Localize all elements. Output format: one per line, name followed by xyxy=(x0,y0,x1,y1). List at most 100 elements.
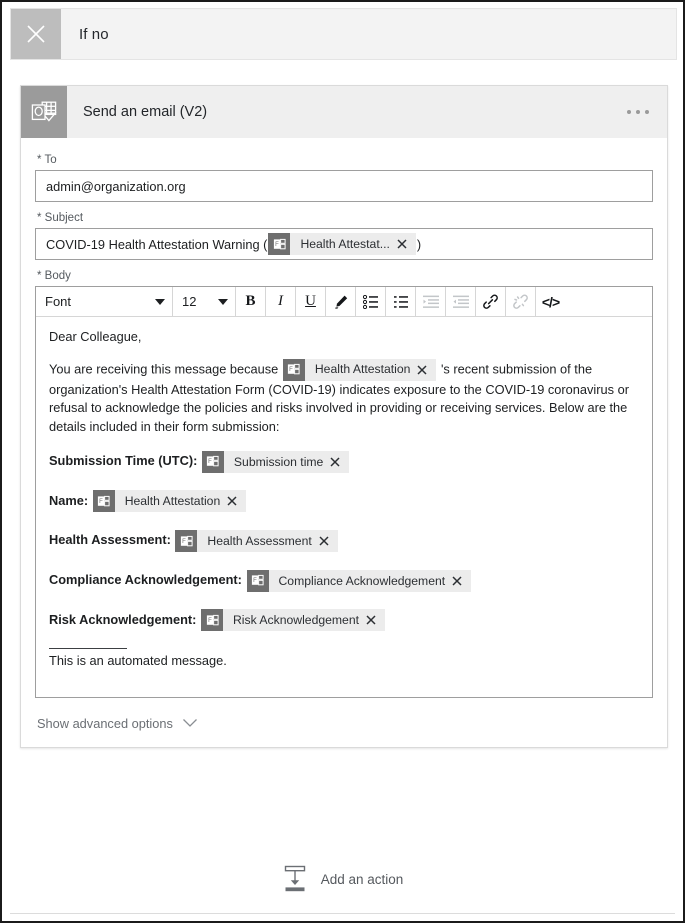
link-button[interactable] xyxy=(476,287,506,316)
numbered-list-button[interactable] xyxy=(386,287,416,316)
detail-row-label: Submission Time (UTC): xyxy=(49,453,198,469)
outdent-button[interactable] xyxy=(446,287,476,316)
token-remove-icon[interactable] xyxy=(329,451,349,473)
if-no-title: If no xyxy=(79,25,109,43)
dynamic-content-token[interactable]: F Compliance Acknowledgement xyxy=(246,569,472,592)
dynamic-content-token[interactable]: F Health Assessment xyxy=(175,530,338,553)
font-family-dropdown[interactable]: Font xyxy=(36,287,173,316)
token-remove-icon[interactable] xyxy=(226,490,246,512)
detail-row: Health Assessment: F Health Assessment xyxy=(49,529,639,553)
token-label: Health Attestation xyxy=(124,494,221,509)
font-size-dropdown[interactable]: 12 xyxy=(173,287,236,316)
chevron-down-icon xyxy=(182,719,197,728)
underline-icon: U xyxy=(305,293,316,309)
unlink-icon xyxy=(513,294,528,309)
svg-text:F: F xyxy=(208,618,212,624)
link-icon xyxy=(483,294,498,309)
token-remove-icon[interactable] xyxy=(365,609,385,631)
token-label: Risk Acknowledgement xyxy=(233,613,359,628)
send-an-email-card: Send an email (V2) * To admin@organizati… xyxy=(20,85,668,748)
detail-row-label: Health Assessment: xyxy=(49,532,171,548)
bulleted-list-button[interactable] xyxy=(356,287,386,316)
forms-icon: F xyxy=(282,358,305,381)
numbered-list-icon xyxy=(393,295,408,308)
show-advanced-options-label: Show advanced options xyxy=(37,715,173,731)
subject-text-after: ) xyxy=(416,236,422,252)
font-size-value: 12 xyxy=(182,294,197,309)
detail-row: Submission Time (UTC): F Submission time xyxy=(49,450,639,473)
svg-text:F: F xyxy=(182,539,186,545)
outdent-icon xyxy=(452,295,469,308)
rich-text-editor: Font 12 B I U </> Dear Colleague, You ar… xyxy=(35,286,653,698)
highlight-button[interactable] xyxy=(326,287,356,316)
outlook-icon xyxy=(21,86,67,138)
subject-input[interactable]: COVID-19 Health Attestation Warning ( F xyxy=(35,228,653,260)
forms-icon: F xyxy=(201,450,224,473)
to-input[interactable]: admin@organization.org xyxy=(35,170,653,202)
editor-toolbar: Font 12 B I U </> xyxy=(36,287,652,317)
ellipsis-dot xyxy=(636,110,640,114)
if-no-header: If no xyxy=(10,8,677,60)
token-label: Health Assessment xyxy=(207,533,312,548)
add-an-action-button[interactable]: Add an action xyxy=(2,864,683,894)
token-remove-icon[interactable] xyxy=(396,233,416,255)
chevron-down-icon xyxy=(218,298,228,305)
forms-icon: F xyxy=(92,490,115,513)
detail-row: Compliance Acknowledgement: F Compliance… xyxy=(49,569,639,592)
italic-button[interactable]: I xyxy=(266,287,296,316)
forms-icon: F xyxy=(246,569,269,592)
token-remove-icon[interactable] xyxy=(318,530,338,552)
card-menu-button[interactable] xyxy=(623,86,653,138)
ellipsis-dot xyxy=(645,110,649,114)
card-body: * To admin@organization.org * Subject CO… xyxy=(21,138,667,698)
indent-icon xyxy=(422,295,439,308)
close-button[interactable] xyxy=(11,9,61,59)
detail-row-label: Risk Acknowledgement: xyxy=(49,611,197,627)
svg-text:F: F xyxy=(209,460,213,466)
underline-button[interactable]: U xyxy=(296,287,326,316)
detail-row-label: Name: xyxy=(49,492,89,508)
subject-label: * Subject xyxy=(37,212,84,224)
dynamic-content-token-subject[interactable]: F Health Attestat... xyxy=(268,233,416,255)
add-an-action-label: Add an action xyxy=(320,871,404,887)
email-body-editor[interactable]: Dear Colleague, You are receiving this m… xyxy=(36,317,652,697)
bottom-divider xyxy=(10,913,675,914)
detail-row-label: Compliance Acknowledgement: xyxy=(49,572,242,588)
to-label: * To xyxy=(37,154,57,166)
chevron-down-icon xyxy=(155,298,165,305)
dynamic-content-token[interactable]: F Risk Acknowledgement xyxy=(201,609,385,632)
show-advanced-options-toggle[interactable]: Show advanced options xyxy=(21,710,667,747)
forms-icon: F xyxy=(175,530,198,553)
body-signature: This is an automated message. xyxy=(49,653,227,669)
ellipsis-dot xyxy=(627,110,631,114)
dynamic-content-token[interactable]: F Submission time xyxy=(201,450,350,473)
bold-button[interactable]: B xyxy=(236,287,266,316)
highlighter-icon xyxy=(334,295,347,309)
svg-text:F: F xyxy=(289,367,293,373)
horizontal-rule xyxy=(49,648,127,650)
intro-text-rest: organization's Health Attestation Form (… xyxy=(49,381,629,434)
token-label: Health Attestat... xyxy=(300,236,390,251)
forms-icon: F xyxy=(201,609,223,632)
close-icon xyxy=(27,25,45,43)
bold-icon: B xyxy=(245,293,256,309)
to-value: admin@organization.org xyxy=(46,178,186,194)
body-greeting: Dear Colleague, xyxy=(49,329,142,344)
token-label: Compliance Acknowledgement xyxy=(278,573,446,588)
token-label: Submission time xyxy=(233,454,324,469)
svg-text:F: F xyxy=(253,578,257,584)
token-remove-icon[interactable] xyxy=(451,570,471,592)
card-header[interactable]: Send an email (V2) xyxy=(21,86,667,138)
italic-icon: I xyxy=(278,293,283,309)
svg-text:F: F xyxy=(275,242,279,248)
dynamic-content-token-intro[interactable]: F Health Attestation xyxy=(282,358,437,381)
card-title: Send an email (V2) xyxy=(83,104,208,120)
unlink-button[interactable] xyxy=(506,287,536,316)
detail-row: Name: F Health Attestation xyxy=(49,490,639,513)
font-family-value: Font xyxy=(45,294,72,309)
code-view-button[interactable]: </> xyxy=(536,287,565,316)
token-remove-icon[interactable] xyxy=(416,359,436,381)
indent-button[interactable] xyxy=(416,287,446,316)
dynamic-content-token[interactable]: F Health Attestation xyxy=(92,490,247,513)
bulleted-list-icon xyxy=(362,294,378,309)
